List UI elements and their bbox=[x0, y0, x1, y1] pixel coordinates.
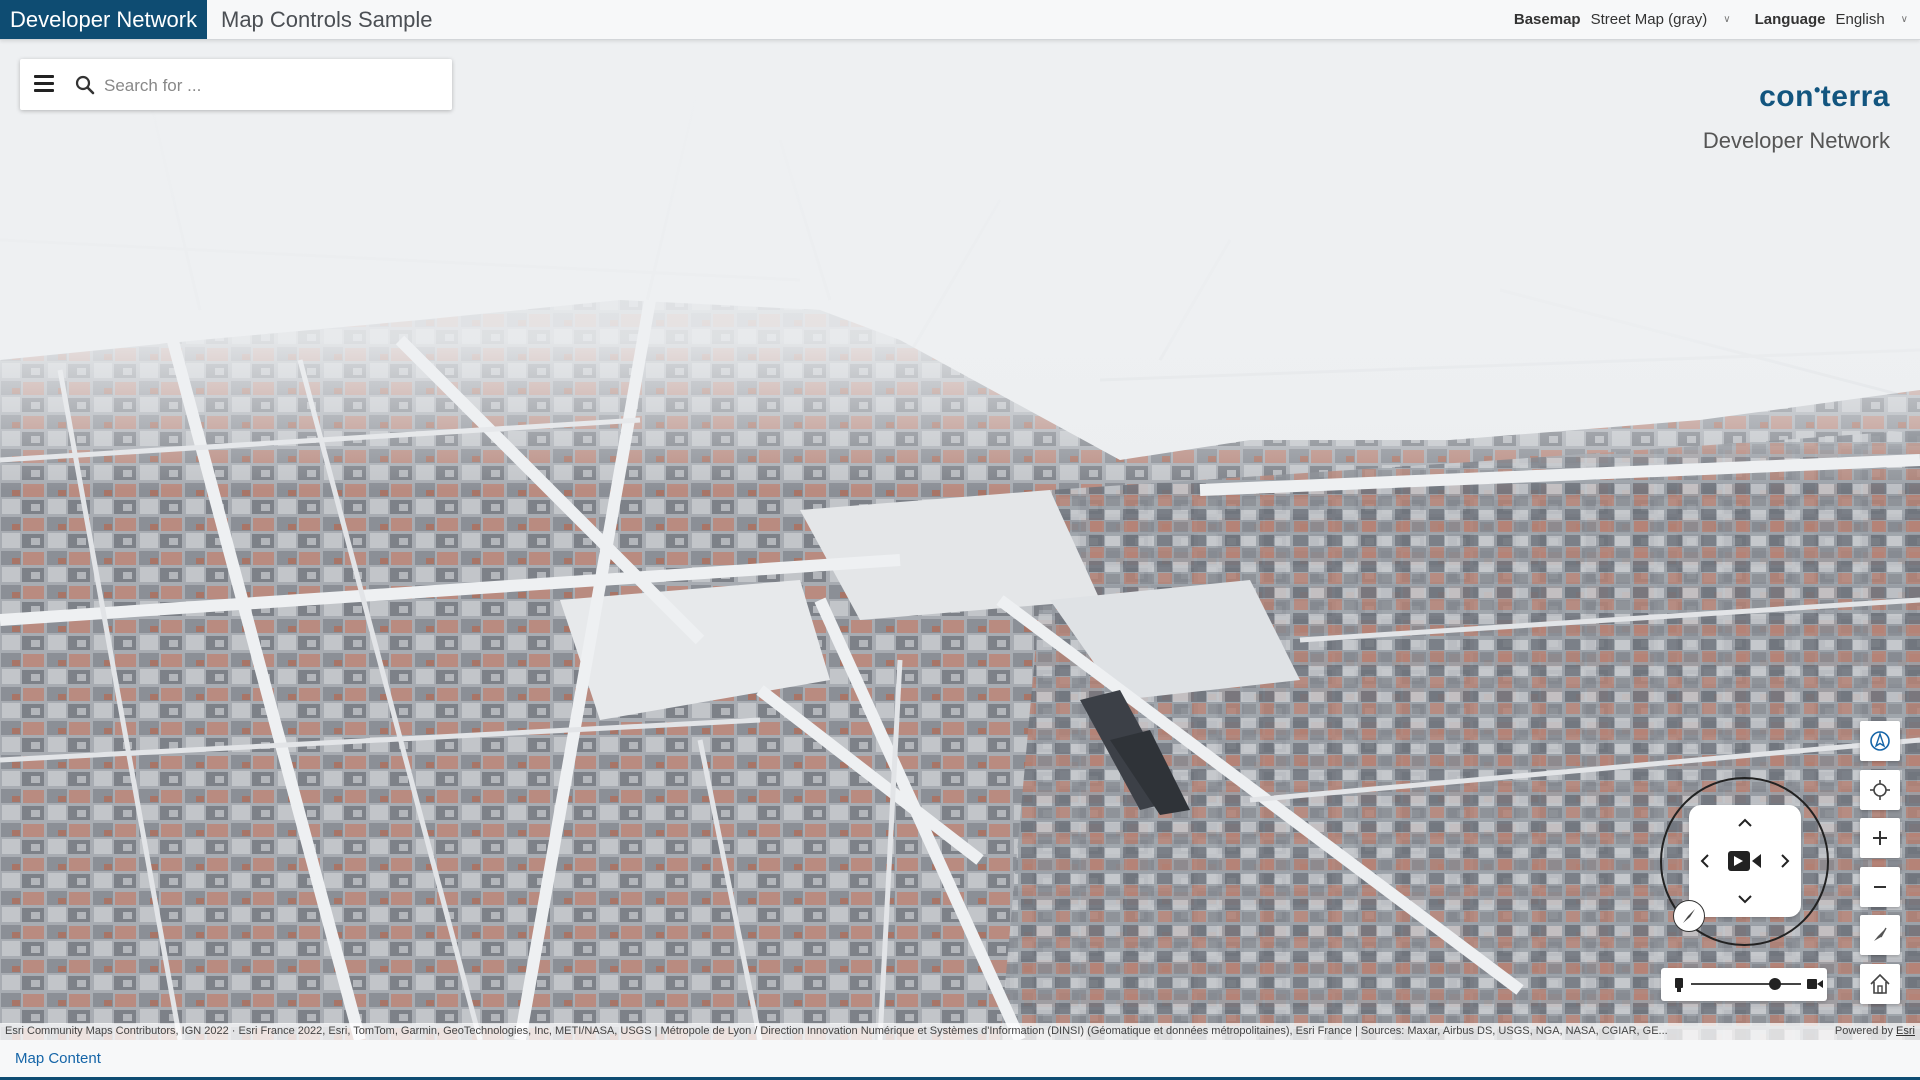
compass-needle-icon bbox=[1683, 909, 1695, 923]
chevron-down-icon[interactable]: ∨ bbox=[1723, 0, 1730, 39]
top-bar: Developer Network Map Controls Sample Ba… bbox=[0, 0, 1920, 40]
navigation-mode-button[interactable] bbox=[1860, 721, 1900, 761]
menu-icon[interactable] bbox=[34, 75, 54, 93]
logo-part-left: con bbox=[1759, 80, 1814, 113]
basemap-label: Basemap bbox=[1513, 11, 1581, 28]
basemap-value[interactable]: Street Map (gray) bbox=[1591, 0, 1708, 39]
compass-button[interactable] bbox=[1860, 915, 1900, 955]
app-title: Map Controls Sample bbox=[221, 7, 433, 32]
map-attribution: Esri Community Maps Contributors, IGN 20… bbox=[0, 1023, 1920, 1040]
camera-icon bbox=[1807, 979, 1817, 989]
tilt-slider-graphic bbox=[1675, 978, 1823, 992]
person-icon bbox=[1675, 978, 1683, 988]
map-content-link[interactable]: Map Content bbox=[15, 1050, 101, 1067]
chevron-down-icon bbox=[1738, 895, 1752, 904]
logo-wordmark: con•terra bbox=[1703, 80, 1890, 114]
compass-widget[interactable] bbox=[1673, 900, 1705, 932]
logo-subtitle: Developer Network bbox=[1702, 128, 1890, 153]
pan-left-button[interactable] bbox=[1691, 847, 1719, 875]
pan-right-button[interactable] bbox=[1771, 847, 1799, 875]
map-view[interactable] bbox=[0, 40, 1920, 1040]
language-value[interactable]: English bbox=[1835, 0, 1884, 39]
language-selector[interactable]: Language English ∨ bbox=[1755, 0, 1908, 39]
logo-part-right: terra bbox=[1820, 80, 1890, 113]
chevron-up-icon bbox=[1738, 818, 1752, 827]
compass-rose-icon bbox=[1870, 731, 1890, 751]
top-right-controls: Basemap Street Map (gray) ∨ Language Eng… bbox=[1514, 0, 1908, 39]
camera-mode-button[interactable] bbox=[1725, 845, 1765, 877]
home-button[interactable] bbox=[1860, 964, 1900, 1004]
video-camera-icon bbox=[1728, 851, 1761, 871]
plus-icon bbox=[1873, 831, 1887, 845]
slider-thumb bbox=[1769, 978, 1781, 990]
powered-by: Powered by Esri bbox=[1835, 1023, 1915, 1040]
pan-down-button[interactable] bbox=[1731, 885, 1759, 913]
tilt-slider[interactable] bbox=[1661, 968, 1827, 1001]
language-label: Language bbox=[1754, 11, 1826, 28]
bottom-bar: Map Content bbox=[0, 1040, 1920, 1080]
zoom-out-button[interactable] bbox=[1860, 867, 1900, 907]
esri-link[interactable]: Esri bbox=[1896, 1025, 1915, 1037]
search-box bbox=[20, 59, 452, 110]
search-input[interactable] bbox=[102, 71, 436, 100]
chevron-down-icon[interactable]: ∨ bbox=[1901, 0, 1908, 39]
search-icon bbox=[75, 75, 95, 95]
brand-title[interactable]: Developer Network bbox=[0, 0, 208, 39]
basemap-selector[interactable]: Basemap Street Map (gray) ∨ bbox=[1514, 0, 1731, 39]
locate-icon bbox=[1870, 780, 1890, 800]
chevron-right-icon bbox=[1781, 854, 1790, 868]
pan-up-button[interactable] bbox=[1731, 809, 1759, 837]
city-scene bbox=[0, 40, 1920, 1040]
zoom-in-button[interactable] bbox=[1860, 818, 1900, 858]
powered-by-label: Powered by bbox=[1834, 1025, 1893, 1037]
attribution-text: Esri Community Maps Contributors, IGN 20… bbox=[5, 1025, 1668, 1037]
minus-icon bbox=[1874, 886, 1886, 888]
chevron-left-icon bbox=[1700, 854, 1709, 868]
conterra-logo: con•terra Developer Network bbox=[1703, 80, 1890, 154]
logo-dot: • bbox=[1813, 80, 1821, 100]
home-icon bbox=[1870, 973, 1890, 994]
navigation-pad bbox=[1689, 805, 1801, 917]
locate-button[interactable] bbox=[1860, 770, 1900, 810]
compass-needle-icon bbox=[1874, 927, 1887, 941]
